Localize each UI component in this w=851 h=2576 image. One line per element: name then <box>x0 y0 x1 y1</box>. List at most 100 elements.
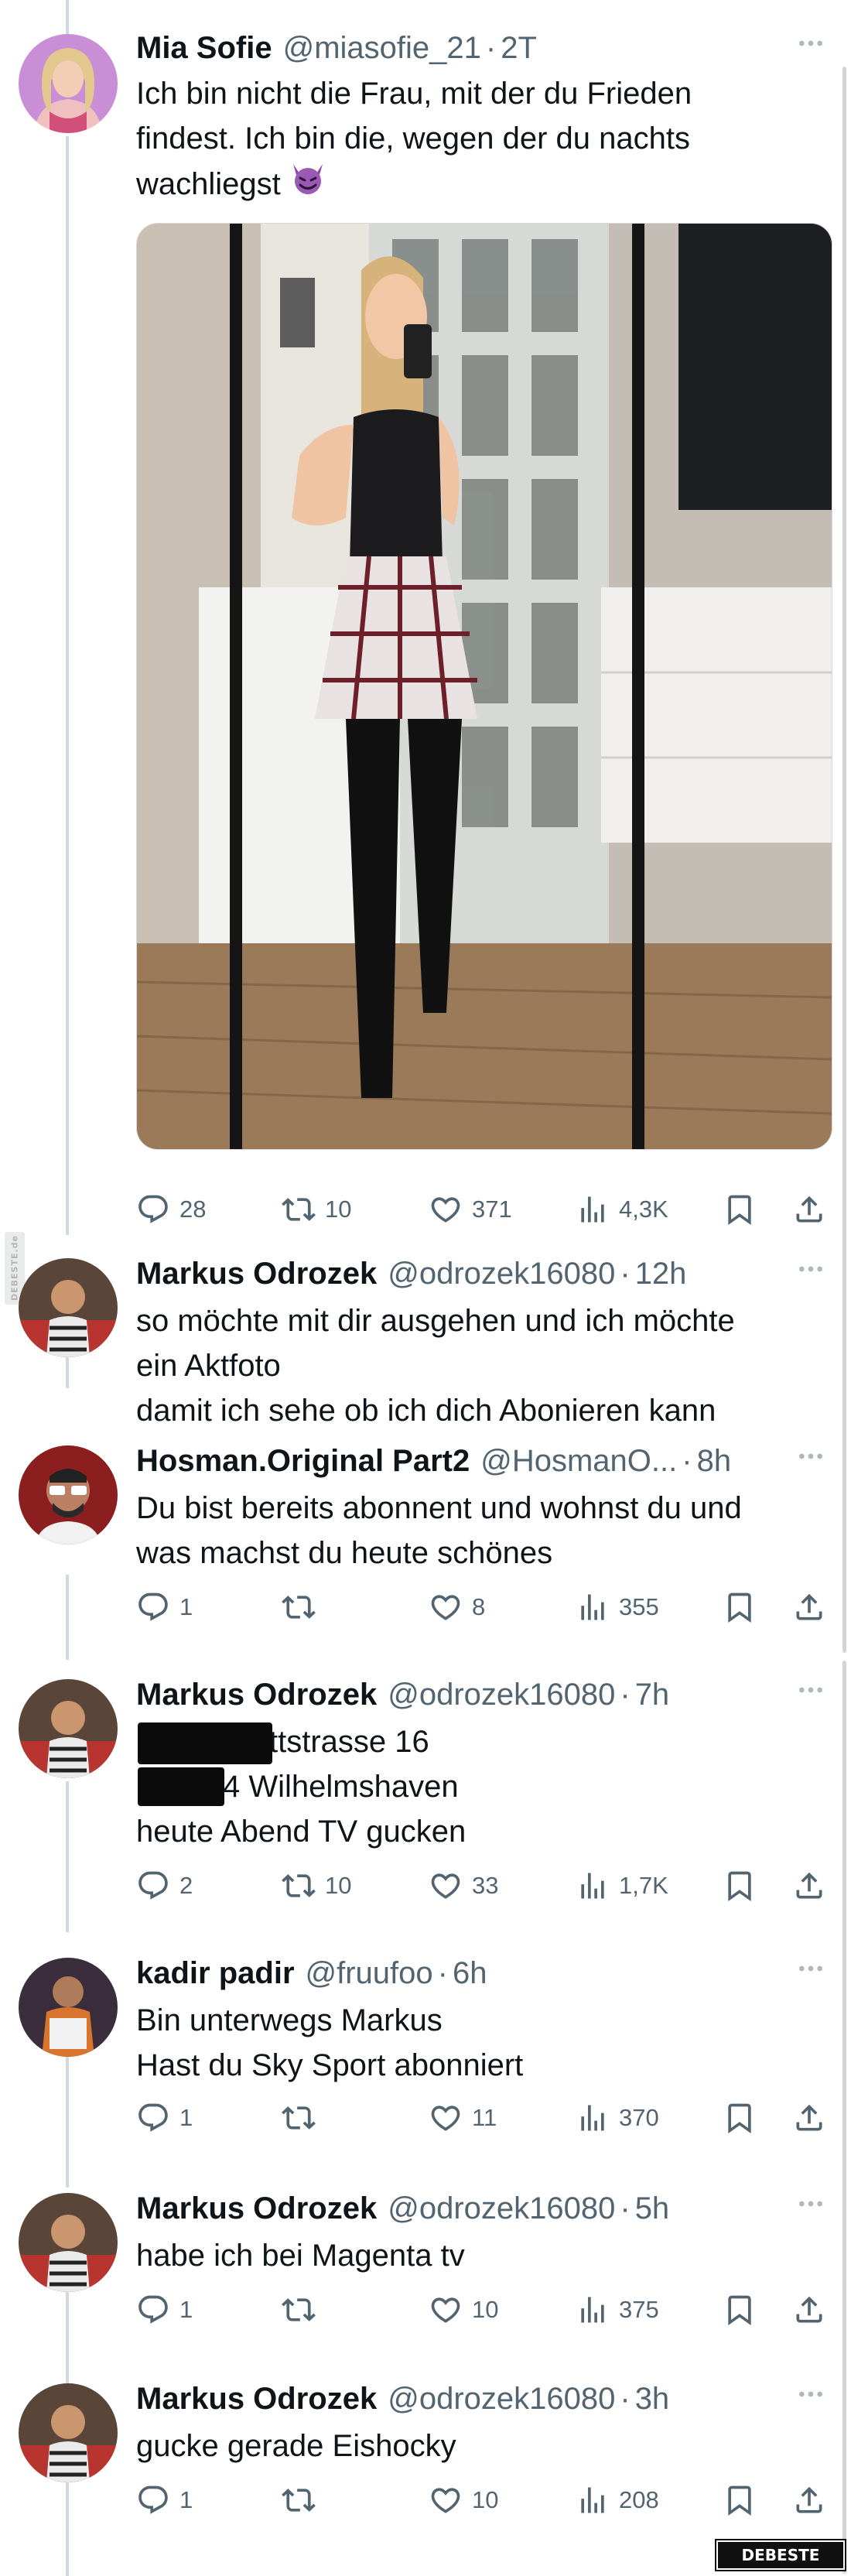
tweet-text: so möchte mit dir ausgehen und ich möcht… <box>136 1298 836 1433</box>
tweet-text-line: Hast du Sky Sport abonniert <box>136 2048 524 2082</box>
action-bar: 28 10 371 4,3K <box>0 1190 851 1229</box>
bookmark-button[interactable] <box>723 1190 757 1229</box>
action-bar: 1 11 370 <box>0 2099 851 2137</box>
author-name[interactable]: Markus Odrozek <box>136 1678 377 1712</box>
views-button[interactable]: 375 <box>576 2290 659 2329</box>
like-button[interactable]: 11 <box>429 2099 497 2137</box>
more-icon[interactable] <box>794 1254 828 1285</box>
action-bar: 1 10 375 <box>0 2290 851 2329</box>
views-button[interactable]: 208 <box>576 2481 659 2520</box>
more-icon[interactable] <box>794 28 828 59</box>
share-button[interactable] <box>792 1190 826 1229</box>
timestamp[interactable]: 6h <box>453 1956 487 1991</box>
tweet-text-line: Bin unterwegs Markus <box>136 2003 443 2037</box>
bookmark-button[interactable] <box>723 1866 757 1905</box>
author-name[interactable]: Hosman.Original Part2 <box>136 1444 470 1479</box>
more-icon[interactable] <box>794 2379 828 2410</box>
avatar[interactable] <box>19 34 118 133</box>
views-button[interactable]: 4,3K <box>576 1190 668 1229</box>
views-button[interactable]: 1,7K <box>576 1866 668 1905</box>
tweet-text-line: was machst du heute schönes <box>136 1536 553 1570</box>
tweet-text-line: ein Aktfoto <box>136 1349 281 1383</box>
reply-button[interactable]: 1 <box>136 1588 193 1627</box>
tweet-text-line: habe ich bei Magenta tv <box>136 2239 465 2273</box>
author-handle[interactable]: @odrozek16080 <box>388 2191 615 2226</box>
tweet-main[interactable]: Mia Sofie @miasofie_21 · 2T Ich bin nich… <box>0 23 851 1230</box>
reply-button[interactable]: 1 <box>136 2481 193 2520</box>
share-button[interactable] <box>792 2290 826 2329</box>
avatar[interactable] <box>19 2193 118 2292</box>
share-button[interactable] <box>792 1866 826 1905</box>
author-name[interactable]: Markus Odrozek <box>136 2191 377 2226</box>
like-button[interactable]: 8 <box>429 1588 485 1627</box>
author-handle[interactable]: @odrozek16080 <box>388 1257 615 1291</box>
watermark-badge: DEBESTE <box>715 2539 846 2571</box>
author-name[interactable]: Markus Odrozek <box>136 1257 377 1291</box>
author-name[interactable]: Mia Sofie <box>136 31 272 66</box>
like-button[interactable]: 10 <box>429 2290 498 2329</box>
action-bar: 2 10 33 1,7K <box>0 1866 851 1905</box>
timestamp[interactable]: 7h <box>635 1678 670 1712</box>
tweet-text: habe ich bei Magenta tv <box>136 2233 836 2278</box>
redaction-bar <box>138 1722 272 1764</box>
author-handle[interactable]: @odrozek16080 <box>388 1678 615 1712</box>
avatar[interactable] <box>19 1258 118 1357</box>
retweet-button[interactable]: 10 <box>282 1190 351 1229</box>
retweet-button[interactable] <box>282 2481 325 2520</box>
author-handle[interactable]: @odrozek16080 <box>388 2382 615 2417</box>
tweet-photo[interactable] <box>136 223 832 1150</box>
avatar[interactable] <box>19 1445 118 1545</box>
author-handle[interactable]: @HosmanO... <box>480 1444 677 1479</box>
author-handle[interactable]: @miasofie_21 <box>283 31 481 66</box>
avatar[interactable] <box>19 1958 118 2057</box>
reply-button[interactable]: 1 <box>136 2290 193 2329</box>
like-button[interactable]: 33 <box>429 1866 498 1905</box>
timestamp[interactable]: 2T <box>501 31 537 66</box>
like-button[interactable]: 371 <box>429 1190 512 1229</box>
reply-tweet[interactable]: kadir padir @fruufoo · 6h Bin unterwegs … <box>0 1948 851 2150</box>
reply-tweet[interactable]: Markus Odrozek @odrozek16080 · 12h so mö… <box>0 1249 851 1428</box>
more-icon[interactable] <box>794 1953 828 1984</box>
like-button[interactable]: 10 <box>429 2481 498 2520</box>
timestamp[interactable]: 8h <box>697 1444 732 1479</box>
author-name[interactable]: kadir padir <box>136 1956 295 1991</box>
more-icon[interactable] <box>794 1441 828 1472</box>
avatar[interactable] <box>19 1679 118 1778</box>
avatar[interactable] <box>19 2383 118 2482</box>
reply-tweet[interactable]: Markus Odrozek @odrozek16080 · 7h ttstra… <box>0 1670 851 1902</box>
views-button[interactable]: 370 <box>576 2099 659 2137</box>
tweet-text-line: damit ich sehe ob ich dich Abonieren kan… <box>136 1394 716 1428</box>
reply-tweet[interactable]: Markus Odrozek @odrozek16080 · 3h gucke … <box>0 2374 851 2544</box>
more-icon[interactable] <box>794 1675 828 1705</box>
retweet-button[interactable]: 10 <box>282 1866 351 1905</box>
views-button[interactable]: 355 <box>576 1588 659 1627</box>
bookmark-button[interactable] <box>723 2099 757 2137</box>
action-bar: 1 10 208 <box>0 2481 851 2520</box>
more-icon[interactable] <box>794 2188 828 2219</box>
share-button[interactable] <box>792 2481 826 2520</box>
devil-emoji-icon <box>289 161 327 207</box>
reply-button[interactable]: 28 <box>136 1190 206 1229</box>
bookmark-button[interactable] <box>723 2481 757 2520</box>
retweet-button[interactable] <box>282 1588 325 1627</box>
reply-tweet[interactable]: Hosman.Original Part2 @HosmanO... · 8h D… <box>0 1436 851 1630</box>
redaction-bar <box>138 1767 224 1806</box>
timestamp[interactable]: 12h <box>635 1257 687 1291</box>
author-name[interactable]: Markus Odrozek <box>136 2382 377 2417</box>
retweet-button[interactable] <box>282 2290 325 2329</box>
reply-button[interactable]: 1 <box>136 2099 193 2137</box>
bookmark-button[interactable] <box>723 1588 757 1627</box>
share-button[interactable] <box>792 1588 826 1627</box>
tweet-text-line: wachliegst <box>136 167 281 201</box>
bookmark-button[interactable] <box>723 2290 757 2329</box>
tweet-text: Ich bin nicht die Frau, mit der du Fried… <box>136 71 836 207</box>
share-button[interactable] <box>792 2099 826 2137</box>
author-handle[interactable]: @fruufoo <box>306 1956 433 1991</box>
tweet-text: Du bist bereits abonnent und wohnst du u… <box>136 1486 836 1575</box>
tweet-text-line: heute Abend TV gucken <box>136 1815 467 1849</box>
timestamp[interactable]: 3h <box>635 2382 670 2417</box>
reply-button[interactable]: 2 <box>136 1866 193 1905</box>
reply-tweet[interactable]: Markus Odrozek @odrozek16080 · 5h habe i… <box>0 2184 851 2354</box>
retweet-button[interactable] <box>282 2099 325 2137</box>
timestamp[interactable]: 5h <box>635 2191 670 2226</box>
